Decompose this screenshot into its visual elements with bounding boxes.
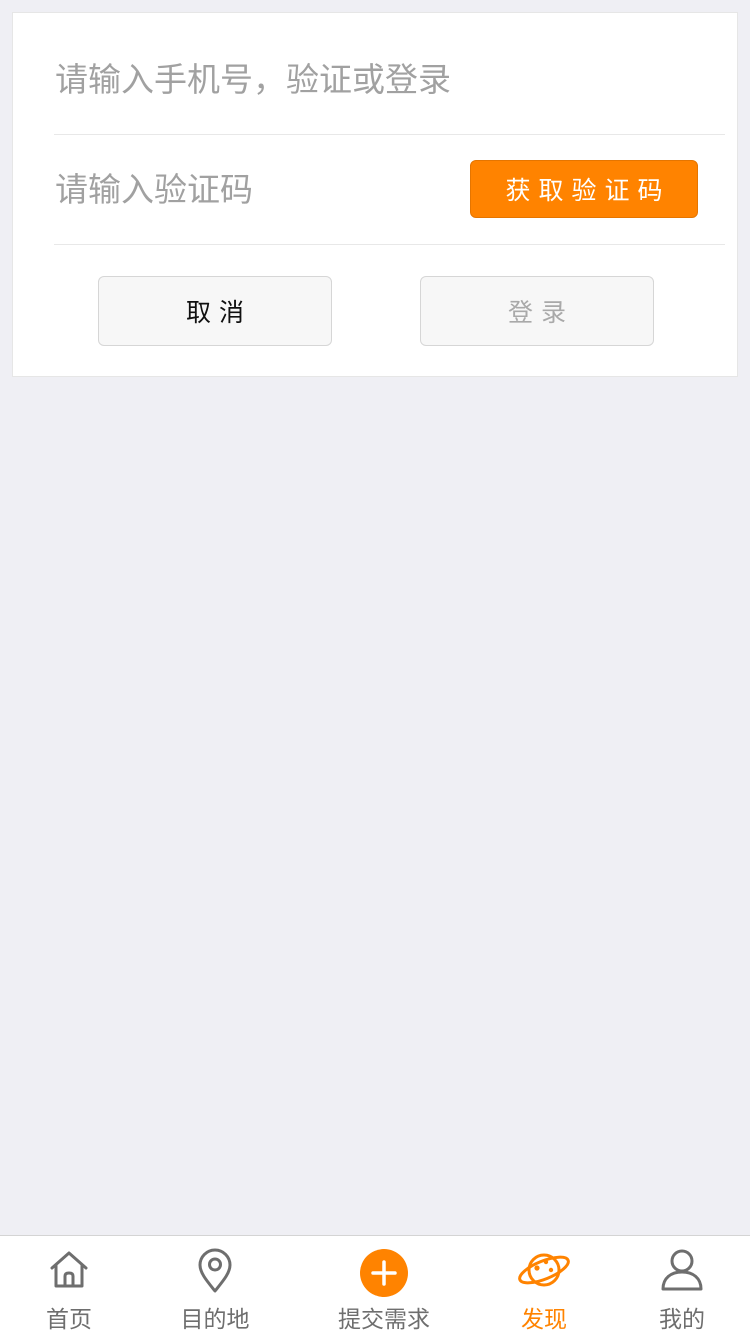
plus-circle-icon — [360, 1249, 408, 1297]
tab-label: 发现 — [521, 1307, 567, 1333]
user-icon — [661, 1249, 703, 1291]
bottom-tab-bar: 首页 目的地 提交需求 发现 我的 — [0, 1235, 750, 1334]
login-button[interactable]: 登录 — [420, 276, 654, 346]
tab-discover[interactable]: 发现 — [484, 1236, 604, 1334]
verification-code-input[interactable] — [55, 161, 455, 217]
cancel-button[interactable]: 取消 — [98, 276, 332, 346]
planet-icon — [518, 1253, 570, 1287]
tab-submit-request[interactable]: 提交需求 — [320, 1236, 448, 1334]
home-icon — [50, 1251, 88, 1288]
tab-label: 提交需求 — [338, 1307, 430, 1333]
location-pin-icon — [198, 1248, 232, 1293]
tab-home[interactable]: 首页 — [9, 1236, 129, 1334]
divider — [54, 244, 725, 245]
phone-number-input[interactable] — [55, 51, 695, 107]
divider — [54, 134, 725, 135]
tab-destination[interactable]: 目的地 — [155, 1236, 275, 1334]
login-form-card: 获取验证码 取消 登录 — [12, 12, 738, 377]
tab-mine[interactable]: 我的 — [622, 1236, 742, 1334]
get-verification-code-button[interactable]: 获取验证码 — [470, 160, 698, 218]
tab-label: 目的地 — [180, 1307, 250, 1333]
tab-label: 我的 — [659, 1307, 705, 1333]
tab-label: 首页 — [46, 1307, 92, 1333]
